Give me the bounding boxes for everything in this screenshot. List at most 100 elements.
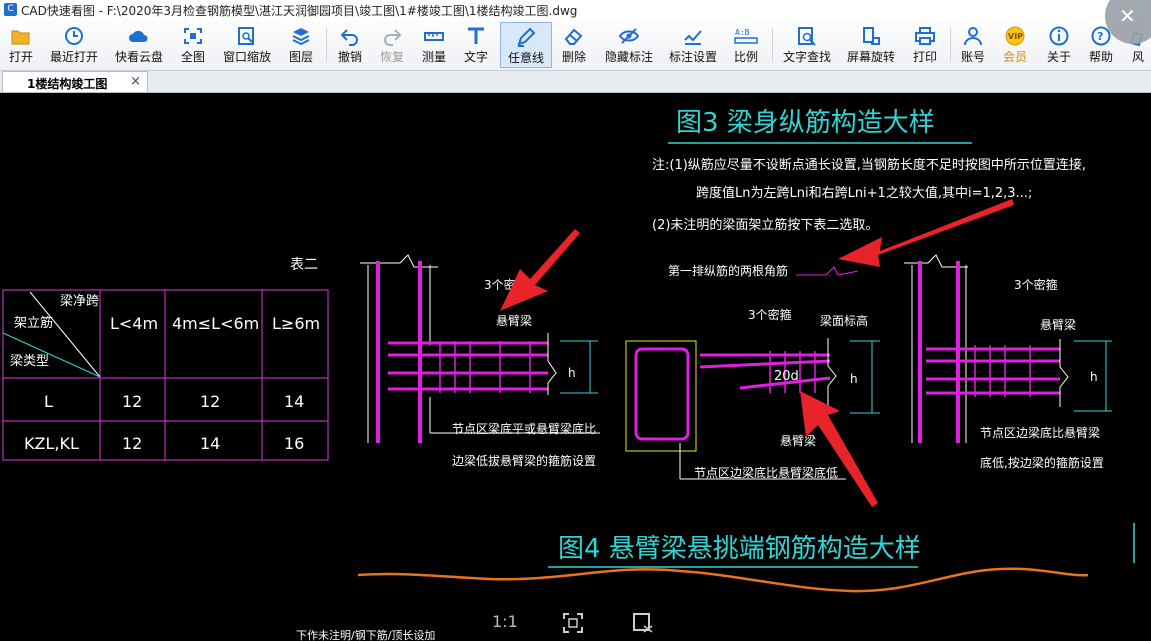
printer-icon bbox=[915, 27, 935, 45]
note-line-2: 跨度值Ln为左跨Lni和右跨Lni+1之较大值,其中i=1,2,3...; bbox=[696, 185, 1032, 201]
annotation-settings-icon bbox=[684, 30, 702, 45]
toolbar-separator bbox=[326, 28, 327, 62]
label-20d: 20d bbox=[774, 369, 799, 384]
fit-all-icon bbox=[184, 28, 202, 44]
text-search-icon bbox=[798, 27, 816, 46]
label-node-right-1: 节点区边梁底比悬臂梁 bbox=[980, 425, 1100, 440]
user-icon bbox=[964, 27, 982, 46]
redo-button[interactable]: 恢复 bbox=[376, 22, 408, 68]
document-tab-bar: 1楼结构竣工图 × bbox=[0, 71, 1151, 93]
text-search-button[interactable]: 文字查找 bbox=[780, 22, 834, 68]
table-title: 表二 bbox=[290, 257, 318, 273]
scale-button[interactable]: A:B 比例 bbox=[730, 22, 762, 68]
table-row-2-cell-2: 14 bbox=[200, 434, 220, 453]
toolbar-separator bbox=[950, 28, 951, 62]
table-header-3: L≥6m bbox=[272, 314, 320, 333]
toolbar-separator bbox=[772, 28, 773, 62]
right-beam-detail: h bbox=[904, 254, 1112, 443]
label-first-row: 第一排纵筋的两根角筋 bbox=[668, 263, 788, 278]
label-node-right-2: 底低,按边梁的箍筋设置 bbox=[980, 455, 1104, 470]
rotate-screen-icon bbox=[863, 27, 880, 45]
redo-icon bbox=[384, 29, 402, 46]
dim-h-left: h bbox=[568, 366, 576, 380]
title-bar: C CAD快速看图 - F:\2020年3月检查钢筋模型\湛江天润御园项目\竣工… bbox=[0, 0, 1151, 21]
note-line-1: 注:(1)纵筋应尽量不设断点通长设置,当钢筋长度不足时按图中所示位置连接, bbox=[652, 157, 1086, 173]
table-row-1-cell-1: 12 bbox=[122, 392, 142, 411]
close-icon: ✕ bbox=[1119, 4, 1136, 28]
svg-text:?: ? bbox=[1097, 30, 1103, 43]
fit-all-button[interactable]: 全图 bbox=[176, 22, 210, 68]
window-title: CAD快速看图 - F:\2020年3月检查钢筋模型\湛江天润御园项目\竣工图\… bbox=[21, 4, 578, 18]
info-icon bbox=[1049, 26, 1069, 46]
label-beam-top-elev: 梁面标高 bbox=[820, 313, 868, 328]
open-button[interactable]: 打开 bbox=[4, 22, 38, 68]
cloud-icon bbox=[129, 30, 148, 42]
freehand-line-button[interactable]: 任意线 bbox=[500, 22, 552, 68]
vip-button[interactable]: VIP 会员 bbox=[998, 22, 1032, 68]
annotation-settings-button[interactable]: 标注设置 bbox=[666, 22, 720, 68]
layers-icon bbox=[292, 28, 310, 46]
measure-button[interactable]: 测量 bbox=[418, 22, 450, 68]
zoom-ratio-button[interactable]: 1:1 bbox=[492, 612, 518, 631]
cad-drawing: 图3 梁身纵筋构造大样 注:(1)纵筋应尽量不设断点通长设置,当钢筋长度不足时按… bbox=[2, 108, 1135, 641]
ruler-icon bbox=[424, 32, 444, 41]
label-cantilever-right: 悬臂梁 bbox=[1040, 317, 1076, 332]
tab-drawing[interactable]: 1楼结构竣工图 × bbox=[2, 71, 148, 92]
table-row-2-type: KZL,KL bbox=[24, 434, 79, 453]
cloud-drive-button[interactable]: 快看云盘 bbox=[112, 22, 166, 68]
table-row-1-cell-2: 12 bbox=[200, 392, 220, 411]
text-icon bbox=[468, 27, 484, 44]
undo-icon bbox=[340, 29, 358, 46]
fit-screen-button[interactable] bbox=[562, 612, 584, 638]
folder-open-icon bbox=[11, 30, 30, 45]
clip-view-button[interactable] bbox=[632, 612, 654, 638]
fig4-title: 图4 悬臂梁悬挑端钢筋构造大样 bbox=[558, 534, 921, 564]
print-button[interactable]: 打印 bbox=[908, 22, 942, 68]
layers-button[interactable]: 图层 bbox=[284, 22, 318, 68]
recent-open-button[interactable]: 最近打开 bbox=[48, 22, 100, 68]
bottom-text: 下作未注明/钢下筋/顶长设加 bbox=[296, 628, 435, 641]
label-cantilever-mid: 悬臂梁 bbox=[780, 433, 816, 448]
main-toolbar: 打开 最近打开 快看云盘 全图 窗口缩放 图层 撤销 恢复 测量 文字 任意线 bbox=[0, 20, 1151, 71]
break-line-curve bbox=[357, 567, 1089, 593]
table-corner-mid: 架立筋 bbox=[14, 315, 53, 331]
clock-icon bbox=[65, 27, 83, 45]
label-stirrups-mid: 3个密箍 bbox=[748, 307, 792, 322]
pen-icon bbox=[517, 27, 536, 47]
text-button[interactable]: 文字 bbox=[460, 22, 492, 68]
label-cantilever-left: 悬臂梁 bbox=[496, 313, 532, 328]
table-corner-top: 梁净跨 bbox=[60, 294, 99, 309]
fig3-title: 图3 梁身纵筋构造大样 bbox=[676, 108, 935, 138]
scale-icon: A:B bbox=[734, 28, 758, 44]
label-node-left-2: 边梁低拔悬臂梁的箍筋设置 bbox=[452, 453, 596, 468]
table-header-2: 4m≤L<6m bbox=[172, 314, 259, 333]
undo-button[interactable]: 撤销 bbox=[334, 22, 366, 68]
hide-annotations-button[interactable]: 隐藏标注 bbox=[602, 22, 656, 68]
drawing-canvas[interactable]: 图3 梁身纵筋构造大样 注:(1)纵筋应尽量不设断点通长设置,当钢筋长度不足时按… bbox=[0, 93, 1151, 641]
account-button[interactable]: 账号 bbox=[956, 22, 990, 68]
window-zoom-button[interactable]: 窗口缩放 bbox=[222, 22, 272, 68]
table-header-1: L<4m bbox=[110, 314, 158, 333]
table-row-1-type: L bbox=[44, 392, 53, 411]
vip-icon: VIP bbox=[1005, 26, 1025, 46]
label-stirrups-right: 3个密箍 bbox=[1014, 277, 1058, 292]
tab-label: 1楼结构竣工图 bbox=[27, 77, 108, 91]
svg-text:A:B: A:B bbox=[735, 28, 750, 37]
dim-h-mid: h bbox=[850, 372, 858, 386]
dim-h-right: h bbox=[1090, 370, 1098, 384]
label-node-mid: 节点区边梁底比悬臂梁底低 bbox=[694, 465, 838, 480]
fit-screen-icon bbox=[563, 613, 583, 633]
app-logo-icon: C bbox=[4, 3, 17, 16]
table-corner-bottom: 梁类型 bbox=[10, 354, 49, 369]
eye-hide-icon bbox=[618, 28, 640, 44]
eraser-icon bbox=[564, 28, 583, 45]
note-line-3: (2)未注明的梁面架立筋按下表二选取。 bbox=[652, 217, 878, 233]
clip-icon bbox=[633, 613, 653, 633]
tab-close-icon[interactable]: × bbox=[130, 74, 141, 89]
left-beam-detail: h bbox=[360, 254, 600, 443]
delete-button[interactable]: 删除 bbox=[558, 22, 590, 68]
about-button[interactable]: 关于 bbox=[1042, 22, 1076, 68]
table-row-2-cell-3: 16 bbox=[284, 434, 304, 453]
label-node-left-1: 节点区梁底平或悬臂梁底比 bbox=[452, 421, 596, 436]
rotate-screen-button[interactable]: 屏幕旋转 bbox=[844, 22, 898, 68]
